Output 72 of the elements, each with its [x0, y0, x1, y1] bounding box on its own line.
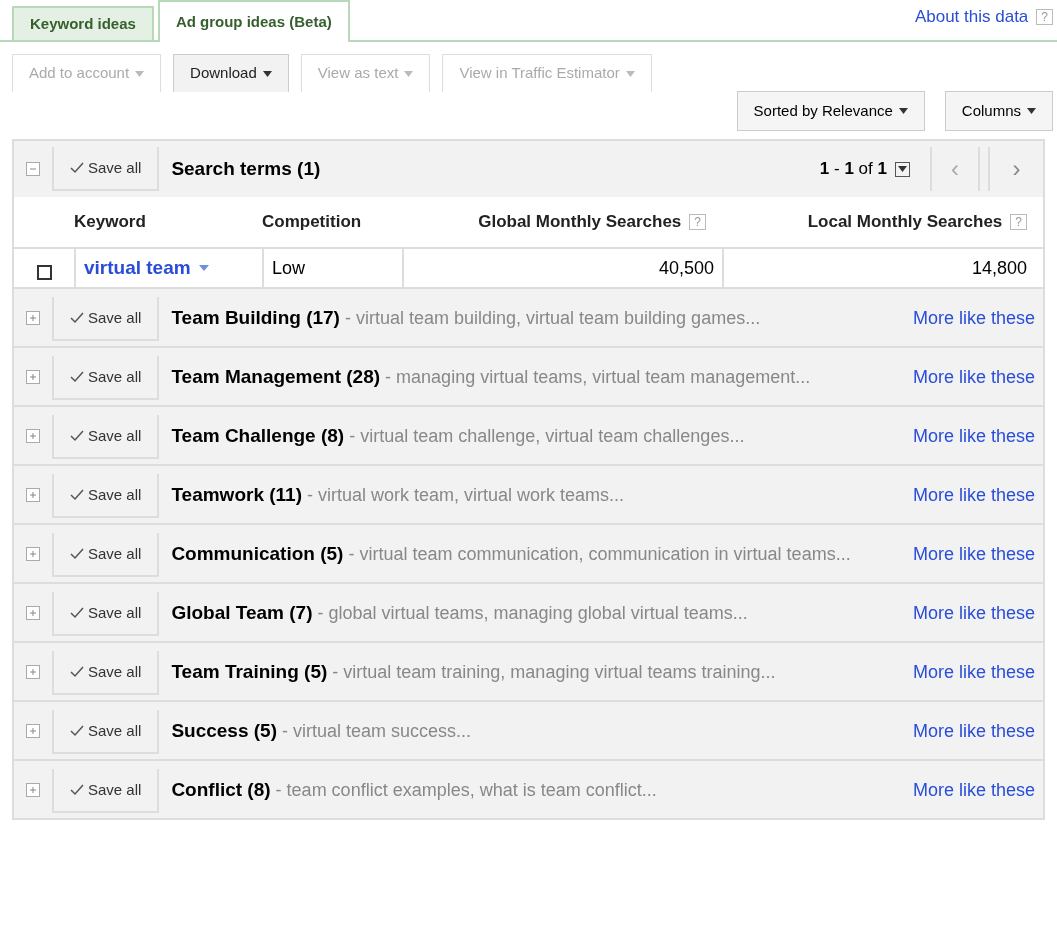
tab[interactable]: Keyword ideas — [12, 6, 154, 40]
pager-text: 1 - 1 of 1 — [819, 158, 887, 181]
checkmark-icon — [70, 489, 84, 501]
caret-icon — [625, 70, 635, 77]
more-like-these-link[interactable]: More like these — [912, 364, 1035, 391]
expand-icon[interactable] — [26, 665, 40, 679]
more-like-these-link[interactable]: More like these — [912, 305, 1035, 332]
expand-icon[interactable] — [26, 370, 40, 384]
checkbox[interactable] — [36, 264, 52, 280]
save-all-button[interactable]: Save all — [52, 651, 160, 695]
column-header[interactable]: Global Monthly Searches — [478, 209, 682, 235]
more-like-these-link[interactable]: More like these — [912, 718, 1035, 745]
caret-icon — [404, 70, 414, 77]
checkmark-icon — [70, 548, 84, 560]
checkmark-icon — [70, 312, 84, 324]
group-title: Search terms (1) — [171, 156, 321, 181]
dropdown-icon[interactable] — [895, 161, 910, 177]
column-header[interactable]: Keyword — [74, 209, 146, 235]
save-all-button[interactable]: Save all — [52, 592, 160, 636]
group-title-text: Team Management (28) - managing virtual teams, virtual team management... — [171, 365, 812, 389]
column-header[interactable]: Local Monthly Searches — [807, 209, 1003, 235]
expand-icon[interactable] — [26, 724, 40, 738]
save-all-button[interactable]: Save all — [52, 533, 160, 577]
more-like-these-link[interactable]: More like these — [912, 482, 1035, 509]
save-all-button[interactable]: Save all — [52, 474, 160, 518]
save-all-button[interactable]: Save all — [52, 356, 160, 400]
caret-icon — [262, 70, 272, 77]
more-like-these-link[interactable]: More like these — [912, 659, 1035, 686]
checkmark-icon — [70, 371, 84, 383]
checkmark-icon — [70, 607, 84, 619]
checkmark-icon — [70, 784, 84, 796]
save-all-button[interactable]: Save all — [52, 415, 160, 459]
group-title-text: Teamwork (11) - virtual work team, virtual work teams... — [171, 483, 626, 507]
expand-icon[interactable] — [26, 488, 40, 502]
table-cell-text: 14,800 — [971, 256, 1027, 280]
columns-button[interactable]: Columns — [944, 91, 1053, 131]
more-like-these-link[interactable]: More like these — [912, 600, 1035, 627]
checkmark-icon — [70, 666, 84, 678]
caret-icon — [198, 265, 209, 271]
group-title-text: Conflict (8) - team conflict examples, what is team conflict... — [171, 778, 658, 802]
group-title-text: Success (5) - virtual team success... — [171, 719, 473, 743]
checkmark-icon — [70, 725, 84, 737]
group-title-text: Communication (5) - virtual team communication, communication in virtual teams... — [171, 542, 852, 566]
caret-icon — [135, 70, 145, 77]
group-title-text: Team Training (5) - virtual team training, managing virtual teams training... — [171, 660, 777, 684]
group-title-text: Team Challenge (8) - virtual team challenge, virtual team challenges... — [171, 424, 746, 448]
save-all-button[interactable]: Save all — [52, 147, 160, 191]
collapse-icon[interactable] — [26, 162, 40, 176]
about-data-link[interactable]: About this data — [914, 4, 1029, 30]
expand-icon[interactable] — [26, 429, 40, 443]
caret-icon — [898, 108, 908, 114]
table-cell-text: 40,500 — [658, 256, 714, 280]
expand-icon[interactable] — [26, 606, 40, 620]
expand-icon[interactable] — [26, 311, 40, 325]
table-cell-text: Low — [272, 256, 306, 280]
save-all-button[interactable]: Save all — [52, 297, 160, 341]
group-title-text: Global Team (7) - global virtual teams, managing global virtual teams... — [171, 601, 749, 625]
column-header[interactable]: Competition — [262, 209, 362, 235]
save-all-button[interactable]: Save all — [52, 710, 160, 754]
group-title-text: Team Building (17) - virtual team building, virtual team building games... — [171, 306, 762, 330]
sort-button[interactable]: Sorted by Relevance — [736, 91, 925, 131]
more-like-these-link[interactable]: More like these — [912, 541, 1035, 568]
expand-icon[interactable] — [26, 783, 40, 797]
toolbar-button[interactable]: Download — [173, 54, 289, 92]
more-like-these-link[interactable]: More like these — [912, 777, 1035, 804]
checkmark-icon — [70, 162, 84, 174]
expand-icon[interactable] — [26, 547, 40, 561]
save-all-button[interactable]: Save all — [52, 769, 160, 813]
caret-icon — [1027, 108, 1036, 114]
tab[interactable]: Ad group ideas (Beta) — [157, 0, 350, 42]
more-like-these-link[interactable]: More like these — [912, 423, 1035, 450]
checkmark-icon — [70, 430, 84, 442]
